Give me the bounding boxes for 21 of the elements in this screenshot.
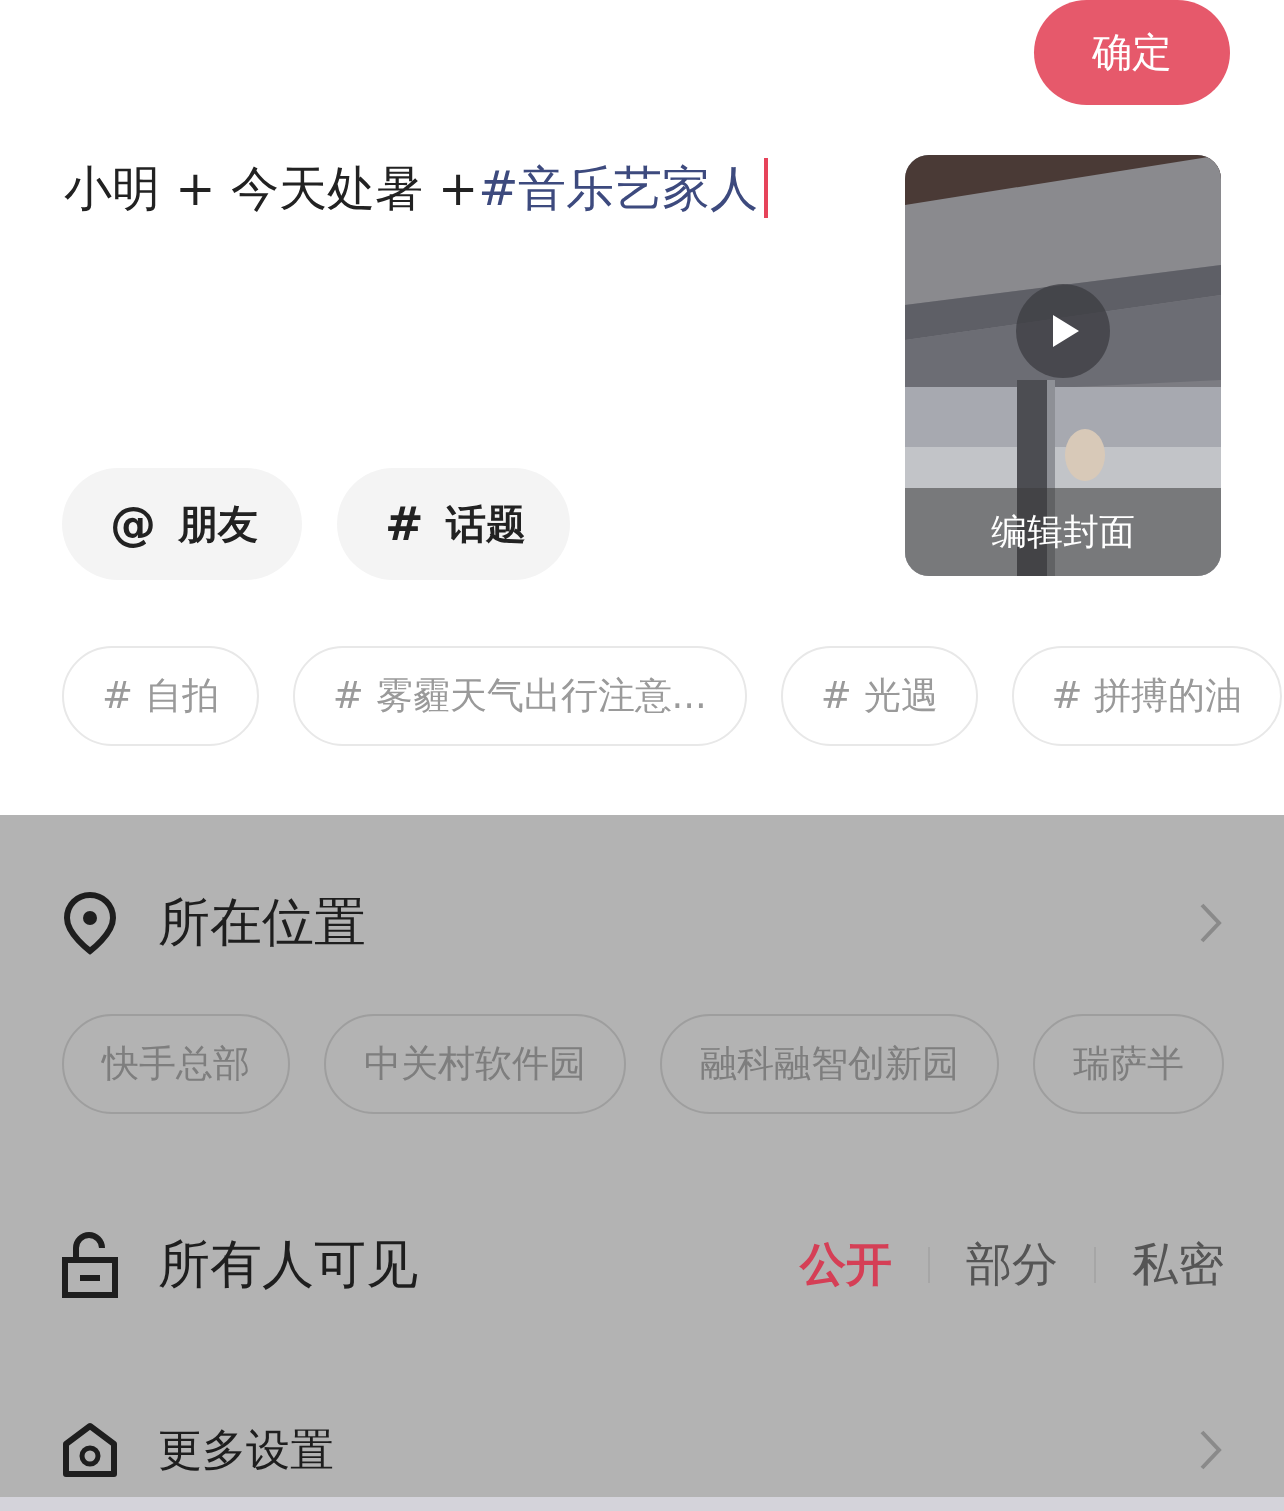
insert-button[interactable]: # 话题 <box>337 468 570 580</box>
edit-cover-label[interactable]: 编辑封面 <box>905 488 1221 576</box>
confirm-button[interactable]: 确定 <box>1034 0 1230 105</box>
play-icon[interactable] <box>1015 283 1111 379</box>
topic-chip[interactable]: # 雾霾天气出行注意... <box>292 646 747 746</box>
visibility-option[interactable]: 私密 <box>1096 1234 1260 1296</box>
more-settings-label[interactable]: 更多设置 <box>158 1420 334 1480</box>
unlock-icon <box>62 1232 118 1298</box>
visibility-option[interactable]: 部分 <box>930 1234 1094 1296</box>
visibility-label: 所有人可见 <box>158 1233 418 1296</box>
location-label: 所在位置 <box>158 891 366 954</box>
visibility-option[interactable]: 公开 <box>764 1234 928 1296</box>
topic-chip[interactable]: # 自拍 <box>62 646 259 746</box>
topic-chip[interactable]: # 光遇 <box>780 646 978 746</box>
caption-field[interactable]: 小明 + 今天处暑 +#音乐艺家人 <box>64 155 769 221</box>
settings-icon <box>62 1422 118 1478</box>
topic-chip[interactable]: # 拼搏的油 <box>1011 646 1283 746</box>
chevron-icon[interactable] <box>1198 901 1224 945</box>
chevron-icon[interactable] <box>1198 1428 1224 1472</box>
location-pin-icon <box>62 891 118 955</box>
insert-button[interactable]: @ 朋友 <box>62 468 302 580</box>
